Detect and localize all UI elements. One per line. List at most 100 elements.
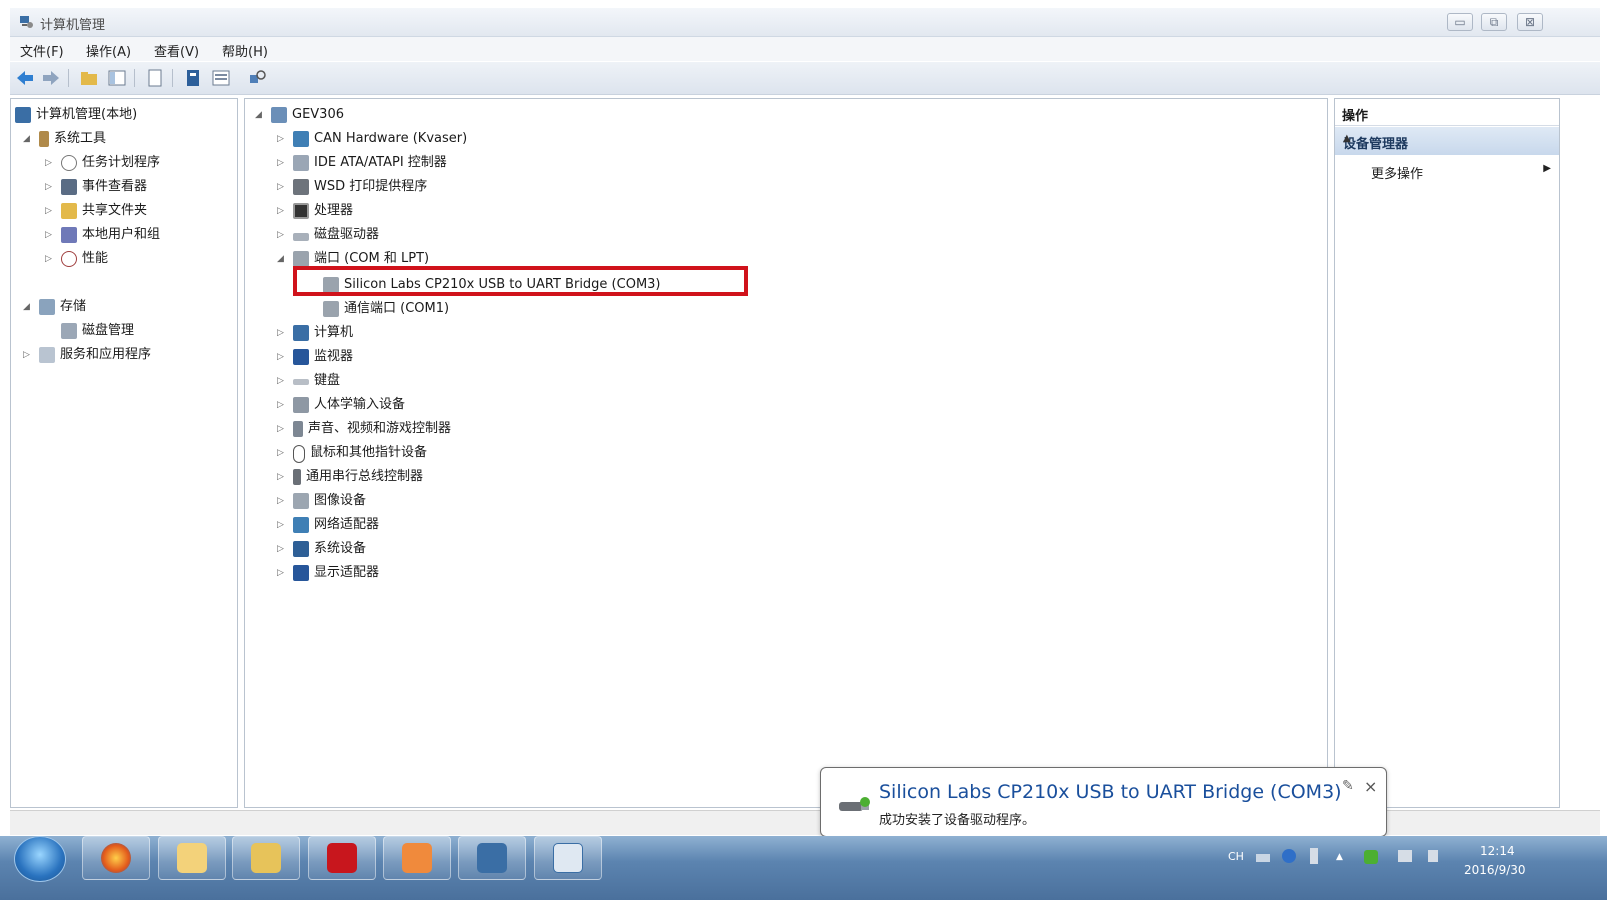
more-actions-link[interactable]: 更多操作 bbox=[1371, 163, 1423, 182]
tree-storage[interactable]: ◢ 存储 bbox=[23, 297, 86, 317]
collapsed-arrow-icon[interactable]: ▷ bbox=[45, 249, 57, 269]
menu-bar: 文件(F) 操作(A) 查看(V) 帮助(H) bbox=[10, 37, 1600, 61]
taskbar-firefox[interactable] bbox=[82, 836, 150, 880]
tree-event-viewer[interactable]: ▷ 事件查看器 bbox=[45, 177, 147, 197]
collapsed-arrow-icon[interactable]: ▷ bbox=[277, 395, 289, 415]
device-category[interactable]: ▷ 显示适配器 bbox=[277, 563, 379, 583]
minimize-button[interactable]: ▭ bbox=[1447, 13, 1473, 31]
taskbar-computer-management[interactable] bbox=[458, 836, 526, 880]
tree-shared-folders[interactable]: ▷ 共享文件夹 bbox=[45, 201, 147, 221]
pdf-icon bbox=[327, 843, 357, 873]
properties-icon[interactable] bbox=[144, 67, 166, 89]
tree-services[interactable]: ▷ 服务和应用程序 bbox=[23, 345, 151, 365]
collapsed-arrow-icon[interactable]: ▷ bbox=[277, 419, 289, 439]
back-arrow-icon[interactable] bbox=[14, 67, 36, 89]
mail-icon bbox=[177, 843, 207, 873]
menu-file[interactable]: 文件(F) bbox=[20, 41, 64, 60]
chevron-right-icon[interactable]: ▶ bbox=[1543, 163, 1551, 174]
collapsed-arrow-icon[interactable]: ▷ bbox=[277, 225, 289, 245]
scan-hardware-icon[interactable] bbox=[246, 67, 268, 89]
view-icon[interactable] bbox=[210, 67, 232, 89]
menu-action[interactable]: 操作(A) bbox=[86, 41, 131, 60]
device-category[interactable]: ▷ 磁盘驱动器 bbox=[277, 225, 379, 245]
collapsed-arrow-icon[interactable]: ▷ bbox=[277, 515, 289, 535]
collapsed-arrow-icon[interactable]: ▷ bbox=[45, 201, 57, 221]
console-tree-icon[interactable] bbox=[106, 67, 128, 89]
collapsed-arrow-icon[interactable]: ▷ bbox=[277, 177, 289, 197]
tools-icon bbox=[39, 131, 49, 147]
menu-help[interactable]: 帮助(H) bbox=[222, 41, 268, 60]
volume-tray-icon[interactable] bbox=[1428, 850, 1438, 862]
tray-icon[interactable] bbox=[1310, 848, 1318, 864]
pin-icon[interactable]: ✎ bbox=[1342, 778, 1354, 794]
taskbar-app-orange[interactable] bbox=[383, 836, 451, 880]
up-folder-icon[interactable] bbox=[78, 67, 100, 89]
actions-section-device-manager[interactable]: 设备管理器 ▲ bbox=[1335, 127, 1559, 155]
help-icon[interactable] bbox=[182, 67, 204, 89]
tree-performance[interactable]: ▷ 性能 bbox=[45, 249, 108, 269]
taskbar-device-app[interactable] bbox=[534, 836, 602, 880]
collapsed-arrow-icon[interactable]: ▷ bbox=[277, 563, 289, 583]
close-icon[interactable]: × bbox=[1364, 777, 1377, 796]
collapsed-arrow-icon[interactable]: ▷ bbox=[277, 371, 289, 391]
expanded-arrow-icon[interactable]: ◢ bbox=[277, 249, 289, 269]
collapsed-arrow-icon[interactable]: ▷ bbox=[277, 467, 289, 487]
taskbar-acrobat[interactable] bbox=[308, 836, 376, 880]
expanded-arrow-icon[interactable]: ◢ bbox=[23, 297, 35, 317]
start-button[interactable] bbox=[14, 836, 66, 882]
device-com1[interactable]: 通信端口 (COM1) bbox=[319, 299, 449, 319]
maximize-button[interactable]: ⧉ bbox=[1481, 13, 1507, 31]
show-hidden-icons[interactable]: ▲ bbox=[1336, 852, 1343, 862]
clock-time[interactable]: 12:14 bbox=[1480, 844, 1515, 858]
collapsed-arrow-icon[interactable]: ▷ bbox=[45, 153, 57, 173]
device-category[interactable]: ▷ 计算机 bbox=[277, 323, 353, 343]
tree-system-tools[interactable]: ◢ 系统工具 bbox=[23, 129, 106, 149]
clock-date[interactable]: 2016/9/30 bbox=[1464, 863, 1526, 877]
tree-root[interactable]: 计算机管理(本地) bbox=[15, 105, 137, 125]
device-category[interactable]: ▷ 人体学输入设备 bbox=[277, 395, 405, 415]
collapsed-arrow-icon[interactable]: ▷ bbox=[23, 345, 35, 365]
notification-balloon[interactable]: Silicon Labs CP210x USB to UART Bridge (… bbox=[820, 767, 1387, 837]
collapsed-arrow-icon[interactable]: ▷ bbox=[277, 323, 289, 343]
device-category[interactable]: ▷ 图像设备 bbox=[277, 491, 366, 511]
device-category[interactable]: ▷ 系统设备 bbox=[277, 539, 366, 559]
device-category[interactable]: ▷ 监视器 bbox=[277, 347, 353, 367]
collapsed-arrow-icon[interactable]: ▷ bbox=[277, 443, 289, 463]
taskbar-mail[interactable] bbox=[158, 836, 226, 880]
device-category[interactable]: ▷ 键盘 bbox=[277, 371, 340, 391]
expanded-arrow-icon[interactable]: ◢ bbox=[255, 105, 267, 125]
collapse-up-icon[interactable]: ▲ bbox=[1343, 133, 1551, 144]
tree-task-scheduler[interactable]: ▷ 任务计划程序 bbox=[45, 153, 160, 173]
device-root[interactable]: ◢ GEV306 bbox=[255, 105, 344, 125]
device-category[interactable]: ▷ 网络适配器 bbox=[277, 515, 379, 535]
collapsed-arrow-icon[interactable]: ▷ bbox=[277, 129, 289, 149]
collapsed-arrow-icon[interactable]: ▷ bbox=[277, 491, 289, 511]
device-category[interactable]: ▷ 声音、视频和游戏控制器 bbox=[277, 419, 451, 439]
device-category[interactable]: ▷ CAN Hardware (Kvaser) bbox=[277, 129, 467, 149]
taskbar-explorer[interactable] bbox=[232, 836, 300, 880]
taskbar: CH ▲ 12:14 2016/9/30 bbox=[0, 836, 1607, 900]
collapsed-arrow-icon[interactable]: ▷ bbox=[277, 153, 289, 173]
collapsed-arrow-icon[interactable]: ▷ bbox=[277, 347, 289, 367]
device-category[interactable]: ▷ 鼠标和其他指针设备 bbox=[277, 443, 427, 463]
tree-local-users[interactable]: ▷ 本地用户和组 bbox=[45, 225, 160, 245]
collapsed-arrow-icon[interactable]: ▷ bbox=[45, 225, 57, 245]
close-button[interactable]: ⊠ bbox=[1517, 13, 1543, 31]
device-category[interactable]: ▷ IDE ATA/ATAPI 控制器 bbox=[277, 153, 447, 173]
usb-tray-icon[interactable] bbox=[1364, 850, 1378, 864]
device-category[interactable]: ▷ 处理器 bbox=[277, 201, 353, 221]
collapsed-arrow-icon[interactable]: ▷ bbox=[277, 201, 289, 221]
forward-arrow-icon[interactable] bbox=[40, 67, 62, 89]
device-category[interactable]: ▷ 通用串行总线控制器 bbox=[277, 467, 423, 487]
language-indicator[interactable]: CH bbox=[1228, 850, 1244, 863]
collapsed-arrow-icon[interactable]: ▷ bbox=[45, 177, 57, 197]
tree-disk-management[interactable]: 磁盘管理 bbox=[57, 321, 134, 341]
collapsed-arrow-icon[interactable]: ▷ bbox=[277, 539, 289, 559]
highlight-box bbox=[293, 266, 748, 296]
help-tray-icon[interactable] bbox=[1282, 849, 1296, 863]
expanded-arrow-icon[interactable]: ◢ bbox=[23, 129, 35, 149]
network-tray-icon[interactable] bbox=[1398, 850, 1412, 862]
menu-view[interactable]: 查看(V) bbox=[154, 41, 199, 60]
keyboard-tray-icon[interactable] bbox=[1256, 854, 1270, 862]
device-category[interactable]: ▷ WSD 打印提供程序 bbox=[277, 177, 427, 197]
